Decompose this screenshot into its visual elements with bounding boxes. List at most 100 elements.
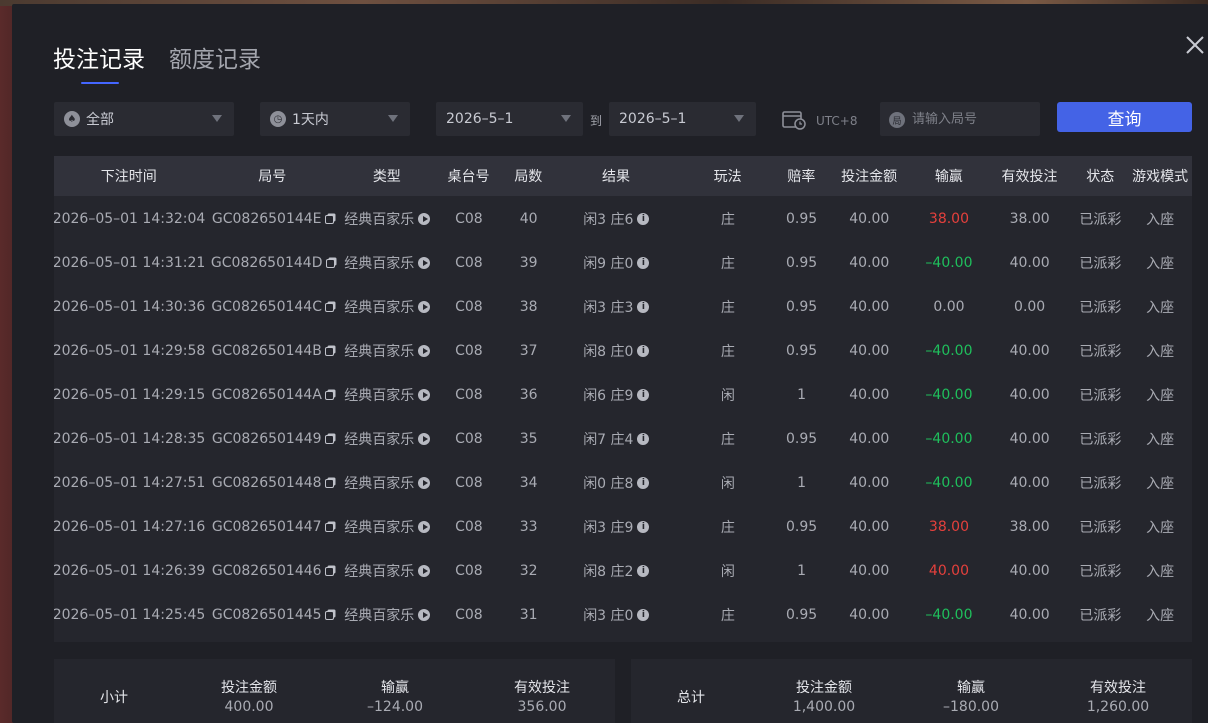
cell-shoe: 36 <box>519 387 538 403</box>
cell-result: 闲3 庄0 i <box>553 605 680 625</box>
cell-shoe: 40 <box>519 211 538 227</box>
play-replay-icon[interactable] <box>418 565 431 577</box>
cell-status: 已派彩 <box>1079 564 1122 580</box>
round-number: GC0826501448 <box>211 475 322 491</box>
cell-round: GC082650144A <box>204 387 341 403</box>
table-row: 2026–05–01 14:32:04 GC082650144E 经典百家乐 C08 4… <box>54 197 1192 241</box>
cell-amount: 40.00 <box>849 211 890 227</box>
cell-shoe: 35 <box>519 431 538 447</box>
info-icon[interactable]: i <box>637 213 650 225</box>
total-amount-label: 投注金额 <box>796 680 852 696</box>
info-icon[interactable]: i <box>637 565 650 577</box>
info-icon[interactable]: i <box>637 477 650 489</box>
info-icon[interactable]: i <box>637 521 650 533</box>
game-type: 经典百家乐 <box>344 388 415 404</box>
info-icon[interactable]: i <box>637 609 650 621</box>
play-replay-icon[interactable] <box>418 477 431 489</box>
date-from-select[interactable]: 2026–5–1 <box>436 102 583 136</box>
copy-icon[interactable] <box>324 390 334 400</box>
header-winloss: 输赢 <box>934 169 963 185</box>
total-amount-value: 1,400.00 <box>792 699 856 715</box>
table-row: 2026–05–01 14:25:45 GC0826501445 经典百家乐 C08 3… <box>54 593 1192 637</box>
cell-valid-bet: 40.00 <box>1009 343 1050 359</box>
copy-icon[interactable] <box>324 478 334 488</box>
cell-odds: 0.95 <box>785 343 818 359</box>
play-replay-icon[interactable] <box>418 345 431 357</box>
date-range-separator: 到 <box>590 114 603 128</box>
game-type-select[interactable]: ♠ 全部 <box>54 102 234 136</box>
copy-icon[interactable] <box>325 258 335 268</box>
cell-status: 已派彩 <box>1079 388 1122 404</box>
copy-icon[interactable] <box>325 302 334 312</box>
close-icon[interactable] <box>1184 34 1206 56</box>
cell-status: 已派彩 <box>1079 608 1122 624</box>
cell-bet-time: 2026–05–01 14:30:36 <box>54 299 206 315</box>
copy-icon[interactable] <box>324 434 334 444</box>
cell-game-mode: 入座 <box>1146 520 1175 536</box>
cell-table: C08 <box>455 607 483 623</box>
subtotal-amount-label: 投注金额 <box>221 680 277 696</box>
game-type: 经典百家乐 <box>344 564 415 580</box>
query-button[interactable]: 查询 <box>1057 102 1192 132</box>
header-game-mode: 游戏模式 <box>1132 169 1189 185</box>
cell-table: C08 <box>455 387 483 403</box>
subtotal-valid-value: 356.00 <box>517 699 567 715</box>
play-replay-icon[interactable] <box>418 433 431 445</box>
play-replay-icon[interactable] <box>418 257 431 269</box>
cell-valid-bet: 40.00 <box>1009 475 1050 491</box>
info-icon[interactable]: i <box>637 433 650 445</box>
copy-icon[interactable] <box>324 522 334 532</box>
time-range-value: 1天内 <box>292 112 329 128</box>
cell-bet-type: 闲 <box>720 476 735 492</box>
chevron-down-icon <box>212 115 222 122</box>
cell-round: GC082650144D <box>204 255 341 271</box>
result-text: 闲8 庄0 <box>583 344 634 360</box>
play-replay-icon[interactable] <box>418 609 431 621</box>
cell-odds: 0.95 <box>785 299 818 315</box>
play-replay-icon[interactable] <box>418 213 431 225</box>
info-icon[interactable]: i <box>637 389 650 401</box>
cell-status: 已派彩 <box>1079 300 1122 316</box>
copy-icon[interactable] <box>324 214 334 224</box>
play-replay-icon[interactable] <box>418 301 431 313</box>
play-replay-icon[interactable] <box>418 389 431 401</box>
cell-bet-time: 2026–05–01 14:28:35 <box>54 431 206 447</box>
subtotal-valid: 有效投注 356.00 <box>482 677 602 715</box>
copy-icon[interactable] <box>324 566 334 576</box>
cell-type: 经典百家乐 <box>341 517 433 537</box>
table-row: 2026–05–01 14:27:16 GC0826501447 经典百家乐 C08 3… <box>54 505 1192 549</box>
cell-table: C08 <box>455 255 483 271</box>
cell-result: 闲6 庄9 i <box>553 385 680 405</box>
header-type: 类型 <box>372 169 401 185</box>
tab-credit-records[interactable]: 额度记录 <box>169 40 261 84</box>
cell-table: C08 <box>455 519 483 535</box>
game-type: 经典百家乐 <box>344 608 415 624</box>
cell-amount: 40.00 <box>849 475 890 491</box>
cell-game-mode: 入座 <box>1146 432 1175 448</box>
cell-valid-bet: 40.00 <box>1009 387 1050 403</box>
info-icon[interactable]: i <box>637 301 650 313</box>
subtotal-label: 小计 <box>100 690 128 706</box>
cell-status: 已派彩 <box>1079 432 1122 448</box>
cell-table: C08 <box>455 431 483 447</box>
subtotal-winloss: 输赢 –124.00 <box>335 677 455 715</box>
info-icon[interactable]: i <box>637 257 650 269</box>
cell-valid-bet: 38.00 <box>1009 211 1050 227</box>
play-replay-icon[interactable] <box>418 521 431 533</box>
date-to-select[interactable]: 2026–5–1 <box>609 102 756 136</box>
result-text: 闲3 庄0 <box>583 608 634 624</box>
cell-round: GC0826501449 <box>204 431 341 447</box>
cell-type: 经典百家乐 <box>341 473 433 493</box>
calendar-clock-icon[interactable] <box>782 110 806 130</box>
info-icon[interactable]: i <box>637 345 650 357</box>
cell-result: 闲3 庄9 i <box>553 517 680 537</box>
tab-bet-records[interactable]: 投注记录 <box>53 40 145 84</box>
copy-icon[interactable] <box>324 610 334 620</box>
time-range-select[interactable]: ◷ 1天内 <box>260 102 410 136</box>
tab-bar: 投注记录 额度记录 <box>53 40 261 84</box>
cell-winloss: –40.00 <box>925 431 973 447</box>
table-row: 2026–05–01 14:29:58 GC082650144B 经典百家乐 C08 3… <box>54 329 1192 373</box>
copy-icon[interactable] <box>324 346 334 356</box>
cell-winloss: –40.00 <box>925 607 973 623</box>
subtotal-valid-label: 有效投注 <box>514 680 570 696</box>
